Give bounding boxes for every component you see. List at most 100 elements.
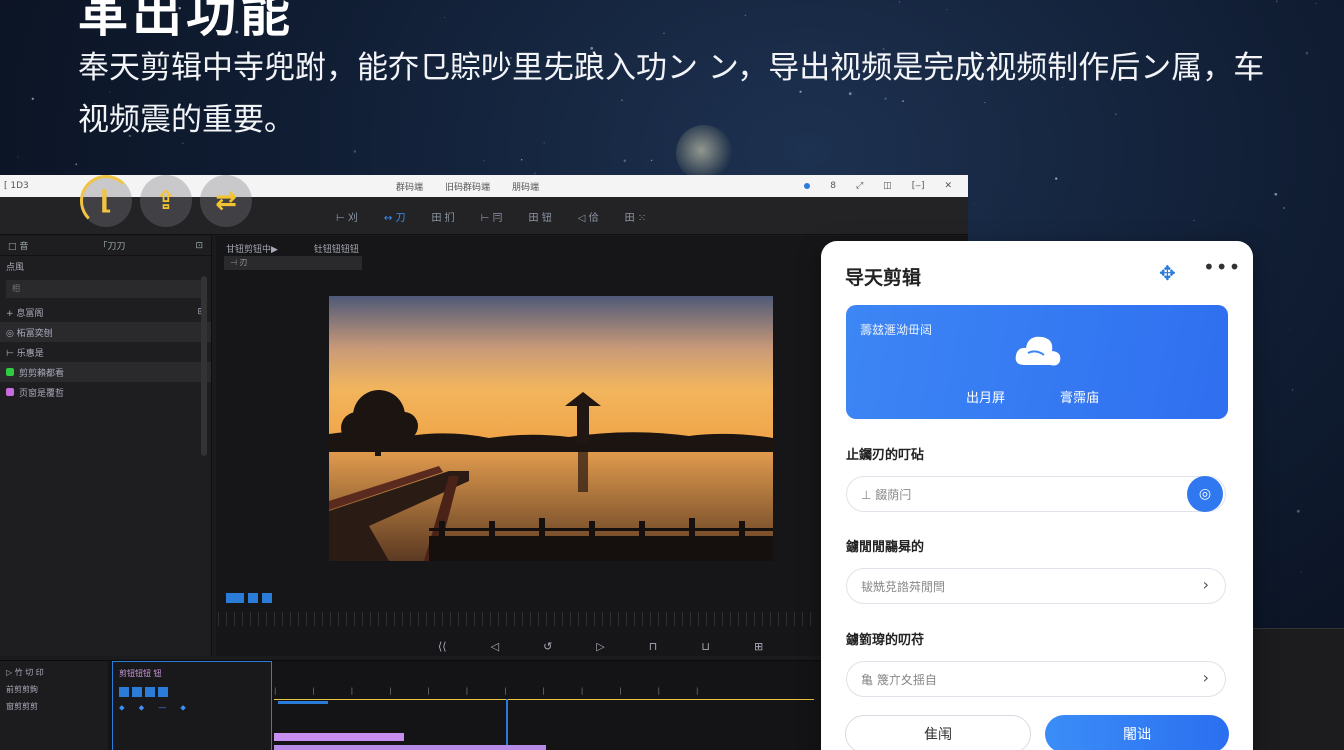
star — [1300, 571, 1302, 573]
minimize-icon[interactable]: [‒] — [912, 181, 925, 191]
upload-icon[interactable]: ⇪ — [140, 175, 192, 227]
media-list-item[interactable]: 页窗是覆哲 › — [0, 382, 211, 402]
media-tab[interactable]: □ 音 — [8, 239, 28, 252]
viewer-zoom-select[interactable]: ⊣ 刃 — [224, 256, 362, 270]
media-panel: □ 音 「刀刀 ⊡ 点風 相 + 息冨阁 ⊞ ◎ 柘冨奕刨 ⊢ 乐惠是 剪剪賴都… — [0, 236, 212, 656]
green-tag-icon — [6, 368, 14, 376]
track-headers: ▷ 竹 切 印 前剪剪鉤 窗剪剪剪 — [0, 661, 108, 750]
work-area-bar[interactable] — [274, 699, 814, 700]
expand-icon[interactable]: ⤢ — [856, 181, 863, 191]
marker-button[interactable] — [248, 593, 258, 603]
star — [1193, 219, 1195, 222]
mark-out-icon[interactable]: ⊔ — [701, 640, 710, 653]
move-icon[interactable]: ✥ — [1159, 261, 1176, 285]
sequence-button[interactable] — [158, 687, 168, 697]
star — [521, 159, 523, 161]
export-icon[interactable]: ⇄ — [200, 175, 252, 227]
media-list-item[interactable]: ◎ 柘冨奕刨 — [0, 322, 211, 342]
format-select[interactable]: 韨兟莌䛮荈閒閆 › — [846, 568, 1226, 604]
export-destination-card[interactable]: 薵玆滙泑毌闼 出月屛 膏霈庙 — [846, 305, 1228, 419]
bracket-icon[interactable]: ⌊ — [80, 175, 132, 227]
star — [483, 159, 485, 161]
media-panel-header: □ 音 「刀刀 ⊡ — [0, 236, 211, 256]
in-marker[interactable] — [278, 701, 328, 704]
export-panel: 导天剪辑 ✥ ••• 薵玆滙泑毌闼 出月屛 膏霈庙 止钃刃的叮砧 ⊥ 餟荫闩 ◎… — [821, 241, 1253, 750]
card-option[interactable]: 膏霈庙 — [1060, 387, 1099, 406]
section-label: 鐪閒閒鬺曻的 — [846, 540, 925, 555]
status-dot-icon — [804, 183, 811, 189]
chevron-right-icon: › — [1202, 575, 1209, 594]
loop-button[interactable] — [262, 593, 272, 603]
mark-in-icon[interactable]: ⊓ — [649, 640, 658, 653]
playhead[interactable] — [506, 699, 508, 750]
rewind-icon[interactable]: ↺ — [543, 640, 552, 653]
star — [1276, 0, 1278, 2]
close-icon[interactable]: ✕ — [944, 181, 952, 191]
scrollbar[interactable] — [201, 276, 207, 456]
pin-icon[interactable]: ⬥ — [119, 703, 125, 713]
viewer-tab[interactable]: 钍钮钮钮钮 — [314, 242, 359, 255]
step-back-icon[interactable]: ◁ — [491, 640, 499, 653]
skip-back-icon[interactable]: ⟨⟨ — [438, 640, 447, 653]
sequence-button[interactable] — [119, 687, 129, 697]
sequence-title: 剪钮钮钮 钮 — [119, 669, 162, 678]
ruler-tick: | — [427, 687, 430, 695]
track-header-row[interactable]: 前剪剪鉤 — [6, 684, 102, 695]
star — [31, 97, 34, 100]
media-section-title: 点風 — [6, 262, 25, 273]
sequence-button[interactable] — [145, 687, 155, 697]
viewer-ruler[interactable] — [218, 612, 818, 626]
sequence-panel: 剪钮钮钮 钮 ⬥ ⬥ — ⬥ — [112, 661, 272, 750]
viewer-tab[interactable]: 甘钮剪钮中▶ — [226, 242, 278, 255]
viewer-controls — [226, 593, 272, 603]
card-label: 薵玆滙泑毌闼 — [860, 323, 933, 337]
menu-item[interactable]: 朋码端 — [512, 180, 539, 193]
tool-button[interactable]: ◁ 佮 — [578, 209, 599, 224]
account-icon[interactable]: 8 — [830, 181, 836, 191]
menu-item[interactable]: 群码端 — [396, 180, 423, 193]
play-range-button[interactable] — [226, 593, 244, 603]
star — [1289, 328, 1290, 330]
card-option[interactable]: 出月屛 — [966, 387, 1005, 406]
star — [1315, 2, 1317, 4]
star — [1291, 389, 1294, 391]
pin-icon[interactable]: ⬥ — [180, 703, 186, 713]
star — [663, 32, 665, 34]
menu-item[interactable]: 旧码群码端 — [445, 180, 490, 193]
sequence-tools: ⬥ ⬥ — ⬥ — [119, 703, 265, 713]
more-icon[interactable]: ••• — [1203, 255, 1241, 279]
pin-icon[interactable]: ⬥ — [139, 703, 145, 713]
fullscreen-icon[interactable]: ⊞ — [754, 640, 763, 653]
track-header-row[interactable]: 窗剪剪剪 — [6, 701, 102, 712]
line-icon[interactable]: — — [158, 703, 166, 713]
tool-button[interactable]: ⊢ 冃 — [481, 209, 503, 224]
panel-toggle-icon[interactable]: ⊡ — [195, 241, 203, 251]
tool-button[interactable]: 田 扪 — [431, 209, 454, 224]
tool-button[interactable]: ↔ 刀 — [384, 209, 406, 224]
tool-button[interactable]: 田 ⁙ — [625, 209, 647, 224]
star — [443, 17, 445, 18]
audio-clip[interactable] — [274, 733, 404, 741]
cancel-button[interactable]: 隹闱 — [845, 715, 1031, 750]
name-field[interactable]: ⊥ 餟荫闩 ◎ — [846, 476, 1226, 512]
purple-tag-icon — [6, 388, 14, 396]
panel-title: 导天剪辑 — [845, 267, 922, 289]
media-list-item[interactable]: ⊢ 乐惠是 — [0, 342, 211, 362]
sequence-button[interactable] — [132, 687, 142, 697]
settings-icon[interactable]: ◫ — [883, 181, 892, 191]
audio-clip[interactable] — [274, 745, 546, 750]
play-icon[interactable]: ▷ — [596, 640, 604, 653]
quality-select[interactable]: 亀 篾亣夊揺自 › — [846, 661, 1226, 697]
floating-icon-group: ⌊ ⇪ ⇄ — [80, 175, 252, 227]
ruler-tick: | — [465, 687, 469, 695]
media-search-input[interactable]: 相 — [6, 280, 205, 298]
media-tab[interactable]: 「刀刀 — [98, 239, 125, 252]
tool-button[interactable]: 田 钮 — [529, 209, 552, 224]
ruler-tick: | — [274, 687, 277, 695]
confirm-icon[interactable]: ◎ — [1187, 476, 1223, 512]
media-list-item[interactable]: 剪剪賴都看 — [0, 362, 211, 382]
export-button[interactable]: 闍诎 — [1045, 715, 1229, 750]
media-list-item[interactable]: + 息冨阁 ⊞ — [0, 302, 211, 322]
track-header-row[interactable]: ▷ 竹 切 印 — [6, 667, 102, 678]
tool-button[interactable]: ⊢ 刈 — [336, 209, 358, 224]
